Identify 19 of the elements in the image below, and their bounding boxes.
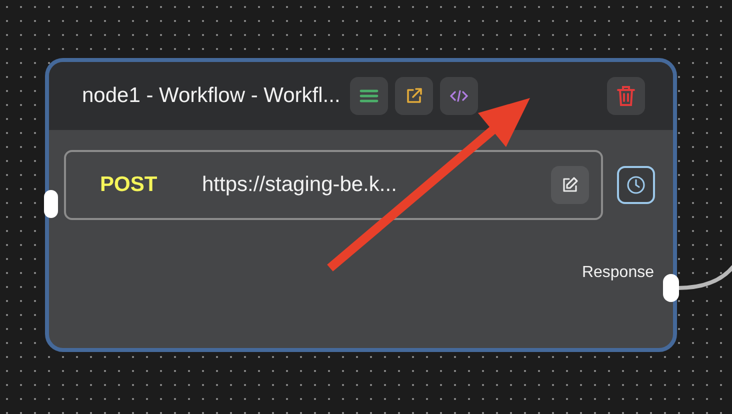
node-title: node1 - Workflow - Workfl... [82, 84, 340, 108]
schedule-button[interactable] [617, 166, 655, 204]
delete-button[interactable] [607, 77, 645, 115]
workflow-node[interactable]: node1 - Workflow - Workfl... POST https://staging-be.k... Response [45, 58, 677, 352]
menu-icon [359, 88, 380, 104]
output-label: Response [582, 264, 654, 282]
external-link-button[interactable] [395, 77, 434, 115]
http-method: POST [100, 173, 158, 197]
request-url: https://staging-be.k... [202, 173, 398, 197]
edit-button[interactable] [551, 166, 589, 204]
trash-icon [616, 85, 636, 107]
edit-icon [561, 176, 579, 194]
output-handle[interactable] [663, 274, 679, 302]
code-icon [450, 89, 468, 103]
external-link-icon [404, 86, 424, 106]
input-handle[interactable] [44, 190, 58, 218]
clock-icon [626, 175, 646, 195]
menu-button[interactable] [350, 77, 388, 115]
code-button[interactable] [440, 77, 478, 115]
